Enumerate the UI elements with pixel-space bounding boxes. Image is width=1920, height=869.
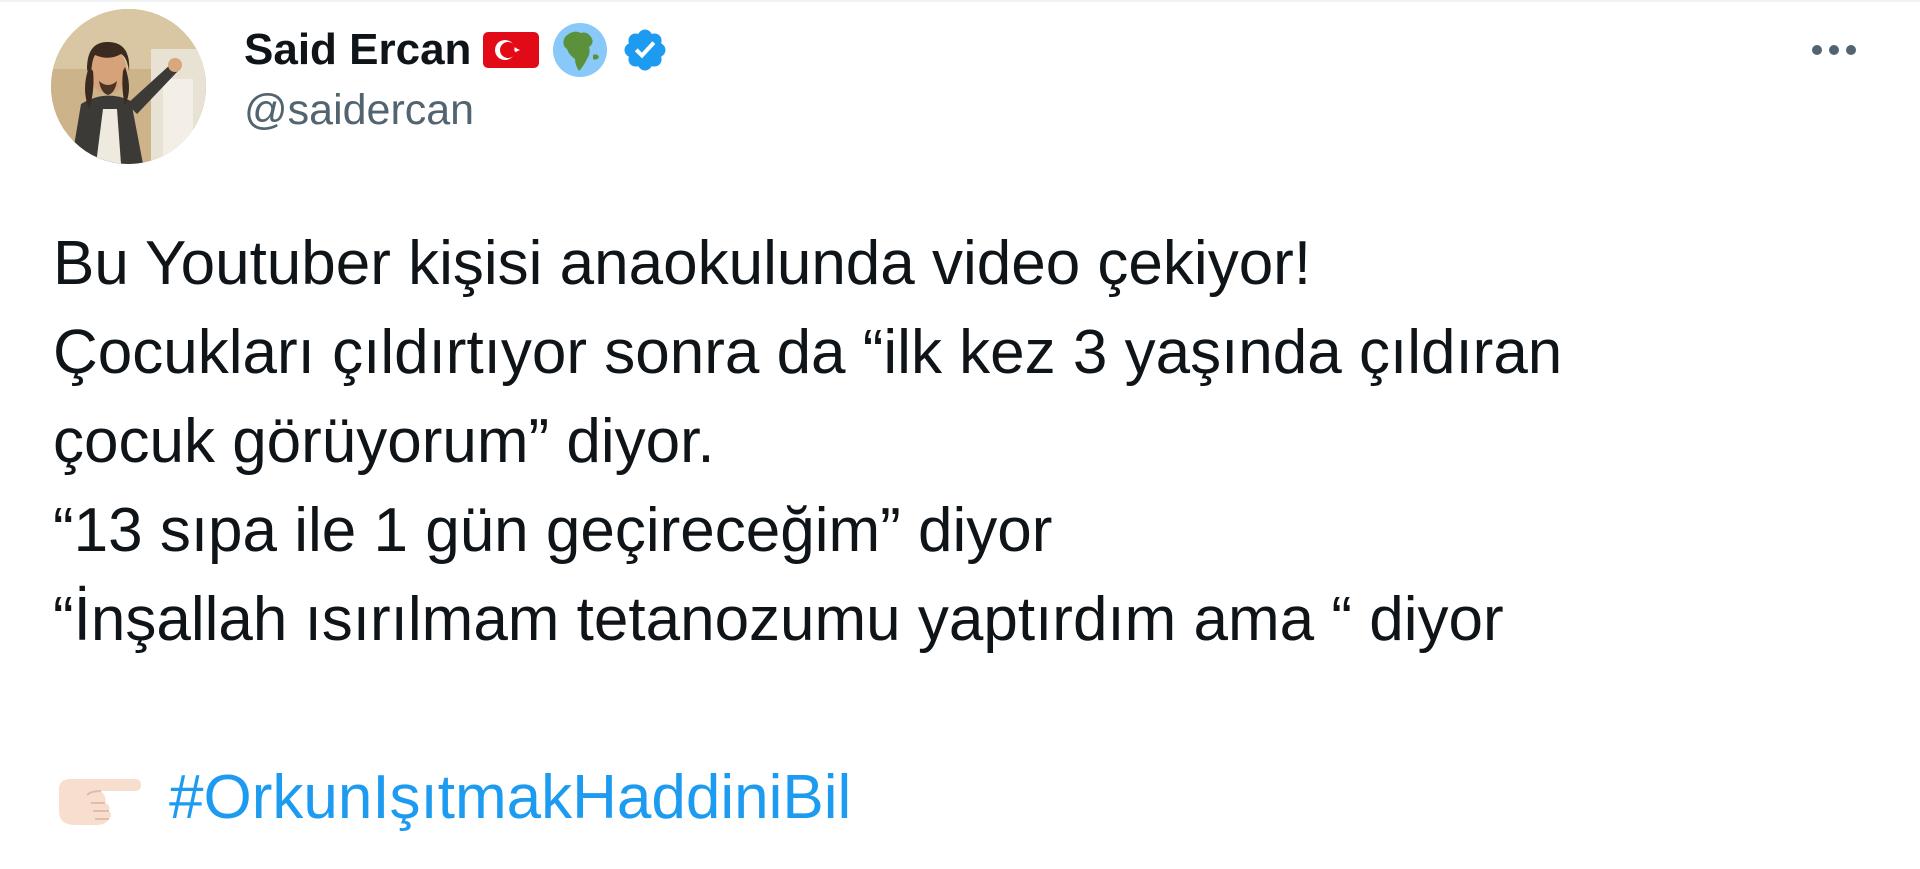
globe-africa-icon <box>551 21 609 79</box>
hashtag-line: #OrkunIşıtmakHaddiniBil <box>53 753 1893 842</box>
tweet-text-line: “İnşallah ısırılmam tetanozumu yaptırdım… <box>53 585 1504 654</box>
author-name-row: Said Ercan <box>244 20 669 80</box>
tweet-text-line: “13 sıpa ile 1 gün geçireceğim” diyor <box>53 496 1053 565</box>
tweet-text-line: çocuk görüyorum” diyor. <box>53 407 715 476</box>
more-horizontal-icon <box>1810 43 1858 57</box>
tweet-text-line: Bu Youtuber kişisi anaokulunda video çek… <box>53 229 1312 298</box>
author-display-name[interactable]: Said Ercan <box>244 25 471 75</box>
more-options-button[interactable] <box>1796 22 1872 78</box>
tweet-text-line: Çocukları çıldırtıyor sonra da “ilk kez … <box>53 318 1563 387</box>
tweet-text: Bu Youtuber kişisi anaokulunda video çek… <box>53 219 1893 842</box>
avatar[interactable] <box>51 9 206 164</box>
author-handle[interactable]: @saidercan <box>244 86 474 135</box>
tweet-card: Said Ercan @saidercan Bu Youtuber kişisi… <box>0 0 1920 869</box>
hashtag-link[interactable]: #OrkunIşıtmakHaddiniBil <box>169 753 851 842</box>
verified-badge-icon <box>621 26 669 74</box>
turkey-flag-icon <box>483 30 540 70</box>
backhand-index-pointing-right-icon <box>53 767 143 829</box>
